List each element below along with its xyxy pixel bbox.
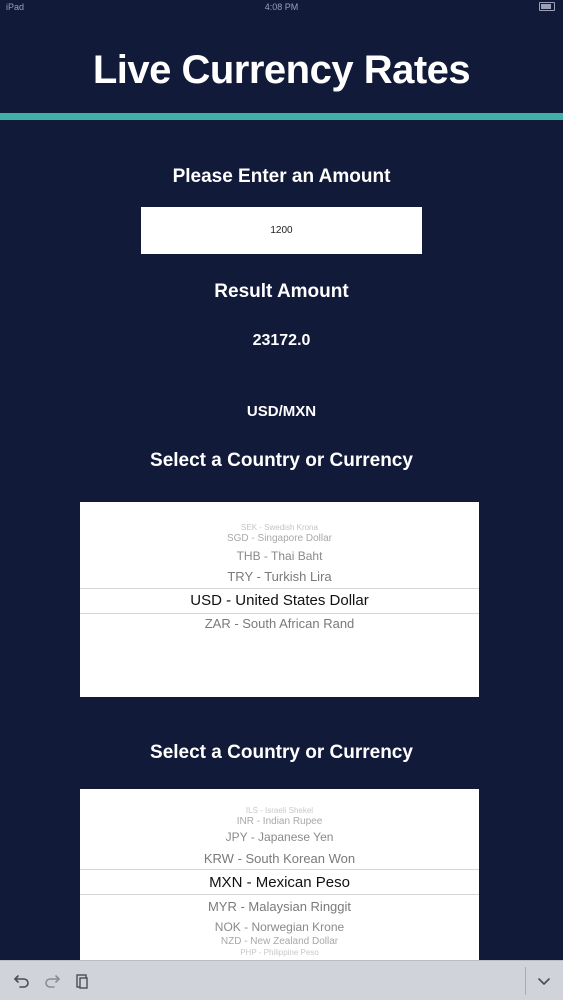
app-screen: iPad 4:08 PM Live Currency Rates Please … xyxy=(0,0,563,1000)
from-currency-picker[interactable]: SEK - Swedish Krona SGD - Singapore Doll… xyxy=(80,502,479,697)
page-title: Live Currency Rates xyxy=(92,48,471,92)
picker-row[interactable]: NOK - Norwegian Krone xyxy=(80,920,479,934)
status-bar: iPad 4:08 PM xyxy=(0,0,563,14)
picker-row-selected[interactable]: USD - United States Dollar xyxy=(80,592,479,609)
result-label: Result Amount xyxy=(214,281,349,302)
battery-icon xyxy=(539,2,555,11)
picker-row[interactable]: KRW - South Korean Won xyxy=(80,851,479,866)
amount-input[interactable] xyxy=(141,207,422,254)
picker-row[interactable]: INR - Indian Rupee xyxy=(80,816,479,827)
picker-row[interactable]: ILS - Israeli Shekel xyxy=(80,806,479,815)
currency-pair-label: USD/MXN xyxy=(246,403,317,420)
from-currency-label: Select a Country or Currency xyxy=(150,450,413,471)
keyboard-toolbar xyxy=(0,960,563,1000)
picker-row[interactable]: PHP - Philippine Peso xyxy=(80,948,479,957)
picker-row[interactable]: THB - Thai Baht xyxy=(80,549,479,563)
redo-icon[interactable] xyxy=(40,969,64,993)
undo-icon[interactable] xyxy=(10,969,34,993)
picker-row[interactable]: TRY - Turkish Lira xyxy=(80,569,479,584)
paste-icon[interactable] xyxy=(70,969,94,993)
picker-row[interactable]: JPY - Japanese Yen xyxy=(80,830,479,844)
picker-row[interactable]: ZAR - South African Rand xyxy=(80,616,479,631)
picker-row[interactable]: SGD - Singapore Dollar xyxy=(80,533,479,544)
picker-row[interactable]: MYR - Malaysian Ringgit xyxy=(80,899,479,914)
to-currency-label: Select a Country or Currency xyxy=(150,742,413,763)
status-right xyxy=(539,2,555,11)
to-currency-picker[interactable]: ILS - Israeli Shekel INR - Indian Rupee … xyxy=(80,789,479,960)
toolbar-separator xyxy=(525,967,526,995)
picker-row-selected[interactable]: MXN - Mexican Peso xyxy=(80,874,479,891)
status-time: 4:08 PM xyxy=(264,2,299,12)
picker-row[interactable]: SEK - Swedish Krona xyxy=(80,523,479,532)
chevron-down-icon[interactable] xyxy=(532,969,556,993)
amount-label: Please Enter an Amount xyxy=(172,166,391,187)
picker-row[interactable]: NZD - New Zealand Dollar xyxy=(80,936,479,947)
title-divider xyxy=(0,113,563,120)
result-value: 23172.0 xyxy=(252,332,311,349)
